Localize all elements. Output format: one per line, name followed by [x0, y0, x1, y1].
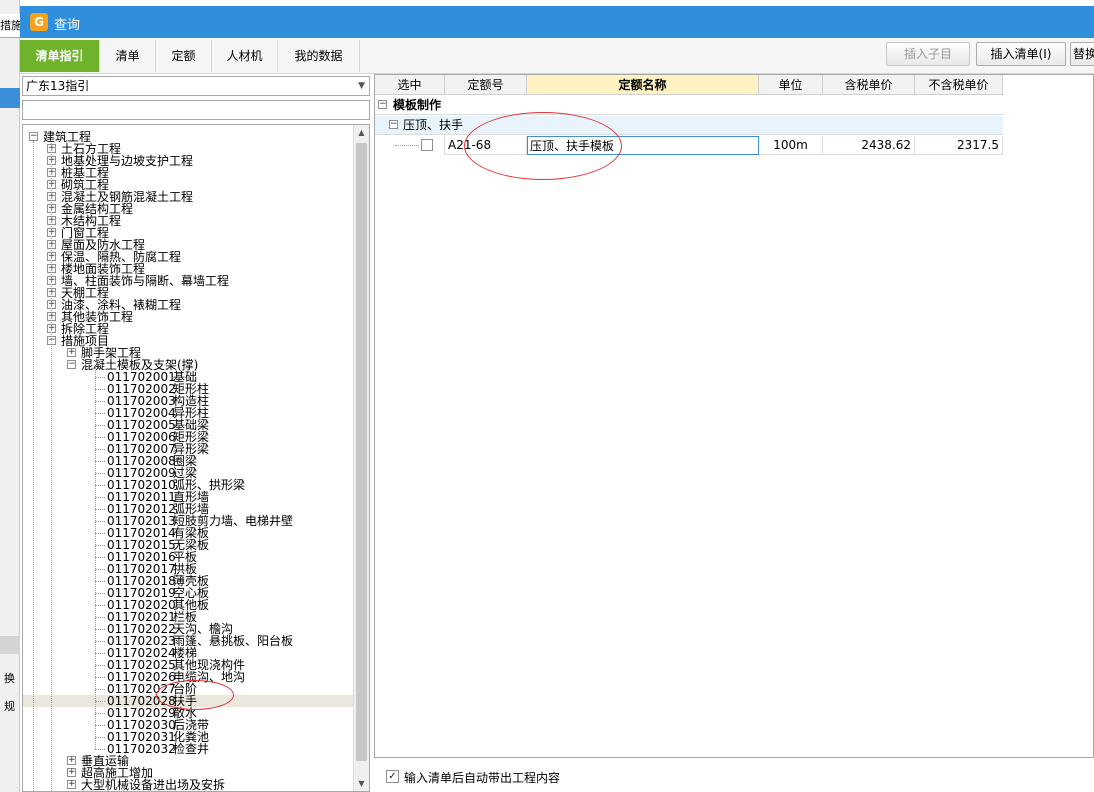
- tree-connector: [95, 401, 105, 402]
- replace-button[interactable]: 替换: [1070, 42, 1094, 66]
- col-header-select[interactable]: 选中: [375, 75, 445, 95]
- window-title: 查询: [54, 18, 81, 33]
- tree-connector: [95, 425, 105, 426]
- tree-connector: [95, 713, 105, 714]
- tree-connector: [95, 725, 105, 726]
- tree-connector: [95, 593, 105, 594]
- scroll-up-icon[interactable]: ▲: [354, 125, 369, 140]
- tree-connector: [95, 497, 105, 498]
- tree-connector: [95, 557, 105, 558]
- tree-connector: [395, 145, 419, 146]
- tree-connector: [95, 461, 105, 462]
- tree-connector: [95, 605, 105, 606]
- tree-connector: [95, 701, 105, 702]
- app-icon: G: [30, 13, 48, 31]
- expand-icon[interactable]: +: [67, 780, 76, 789]
- guide-tree: − 建筑工程 + 土石方工程 + 地基处理与边坡支护工程 + 桩基工程 + 砌筑工程 + 混凝土及钢筋…: [22, 124, 370, 792]
- collapse-icon[interactable]: −: [67, 360, 76, 369]
- quota-name-cell[interactable]: 压顶、扶手模板: [527, 136, 759, 155]
- expand-icon[interactable]: +: [67, 756, 76, 765]
- tab-materials[interactable]: 人材机: [212, 40, 278, 72]
- background-button-2[interactable]: 规: [4, 698, 20, 714]
- tab-list-guide[interactable]: 清单指引: [20, 40, 100, 72]
- insert-list-button[interactable]: 插入清单(I): [976, 42, 1066, 66]
- tree-connector: [95, 581, 105, 582]
- expand-icon[interactable]: +: [67, 768, 76, 777]
- quota-grid: 选中 定额号 定额名称 单位 含税单价 不含税单价 − 模板制作 − 压顶、扶手…: [374, 74, 1094, 758]
- col-header-price-notax[interactable]: 不含税单价: [915, 75, 1003, 95]
- col-header-unit[interactable]: 单位: [759, 75, 823, 95]
- tree-guide-line: [51, 143, 52, 791]
- tree-connector: [95, 533, 105, 534]
- tree-connector: [95, 509, 105, 510]
- background-scrollbar: [0, 636, 20, 654]
- leaf-name: 检查井: [173, 742, 210, 756]
- tree-connector: [95, 737, 105, 738]
- subgroup-label: 压顶、扶手: [403, 118, 464, 132]
- price-tax-cell[interactable]: 2438.62: [823, 136, 915, 155]
- collapse-icon[interactable]: −: [378, 100, 387, 109]
- guide-panel: 广东13指引 ▼ − 建筑工程 + 土石方工程 + 地基处理与边坡支护工程 + 桩基工程 + 砌筑…: [22, 74, 372, 792]
- row-checkbox[interactable]: [421, 139, 433, 151]
- tree-connector: [95, 653, 105, 654]
- collapse-icon[interactable]: −: [29, 132, 38, 141]
- tree-connector: [95, 665, 105, 666]
- guide-select[interactable]: 广东13指引 ▼: [22, 76, 370, 96]
- background-selected-row: [0, 88, 20, 108]
- group-label: 模板制作: [393, 98, 442, 112]
- expand-icon[interactable]: +: [67, 348, 76, 357]
- tree-connector: [95, 485, 105, 486]
- price-notax-cell[interactable]: 2317.5: [915, 136, 1003, 155]
- tree-connector: [95, 617, 105, 618]
- query-dialog: G 查询 清单指引 清单 定额 人材机 我的数据 插入子目 插入清单(I) 替换…: [20, 6, 1094, 792]
- tree-connector: [95, 389, 105, 390]
- quota-code-cell[interactable]: A21-68: [445, 136, 527, 155]
- tree-connector: [95, 689, 105, 690]
- col-header-code[interactable]: 定额号: [445, 75, 527, 95]
- auto-bring-label: 输入清单后自动带出工程内容: [404, 771, 561, 785]
- background-app: 措施 换 规: [0, 0, 20, 792]
- guide-select-value: 广东13指引: [26, 79, 90, 93]
- tree-connector: [95, 437, 105, 438]
- tree-connector: [95, 473, 105, 474]
- tree-connector: [95, 545, 105, 546]
- collapse-icon[interactable]: −: [389, 120, 398, 129]
- col-header-name[interactable]: 定额名称: [527, 75, 759, 95]
- tree-connector: [95, 413, 105, 414]
- tree-connector: [95, 629, 105, 630]
- col-header-price-tax[interactable]: 含税单价: [823, 75, 915, 95]
- background-tab[interactable]: 措施: [0, 14, 20, 38]
- select-cell: [375, 136, 445, 155]
- insert-child-button[interactable]: 插入子目: [886, 42, 970, 66]
- tree-connector: [95, 521, 105, 522]
- tree-connector: [95, 569, 105, 570]
- tab-my-data[interactable]: 我的数据: [278, 40, 360, 72]
- subgroup-row[interactable]: − 压顶、扶手: [375, 116, 1003, 135]
- auto-bring-checkbox[interactable]: ✓: [386, 770, 399, 783]
- tree-guide-line: [95, 367, 96, 749]
- group-row[interactable]: − 模板制作: [375, 96, 1003, 115]
- tab-quota[interactable]: 定额: [156, 40, 212, 72]
- search-input[interactable]: [22, 100, 370, 120]
- scroll-thumb[interactable]: [356, 143, 367, 761]
- chevron-down-icon: ▼: [358, 81, 365, 91]
- tree-connector: [95, 641, 105, 642]
- tree-connector: [95, 377, 105, 378]
- footer-bar: ✓ 输入清单后自动带出工程内容: [374, 762, 1094, 790]
- tab-list[interactable]: 清单: [100, 40, 156, 72]
- title-bar: G 查询: [20, 6, 1094, 38]
- background-button-1[interactable]: 换: [4, 670, 20, 686]
- tree-connector: [95, 449, 105, 450]
- tree-connector: [95, 677, 105, 678]
- tree-guide-line: [33, 141, 34, 791]
- table-row[interactable]: A21-68 压顶、扶手模板 100m 2438.62 2317.5: [375, 136, 1003, 155]
- scroll-down-icon[interactable]: ▼: [354, 776, 369, 791]
- unit-cell[interactable]: 100m: [759, 136, 823, 155]
- tree-scrollbar[interactable]: ▲ ▼: [353, 125, 369, 791]
- tree-connector: [95, 749, 105, 750]
